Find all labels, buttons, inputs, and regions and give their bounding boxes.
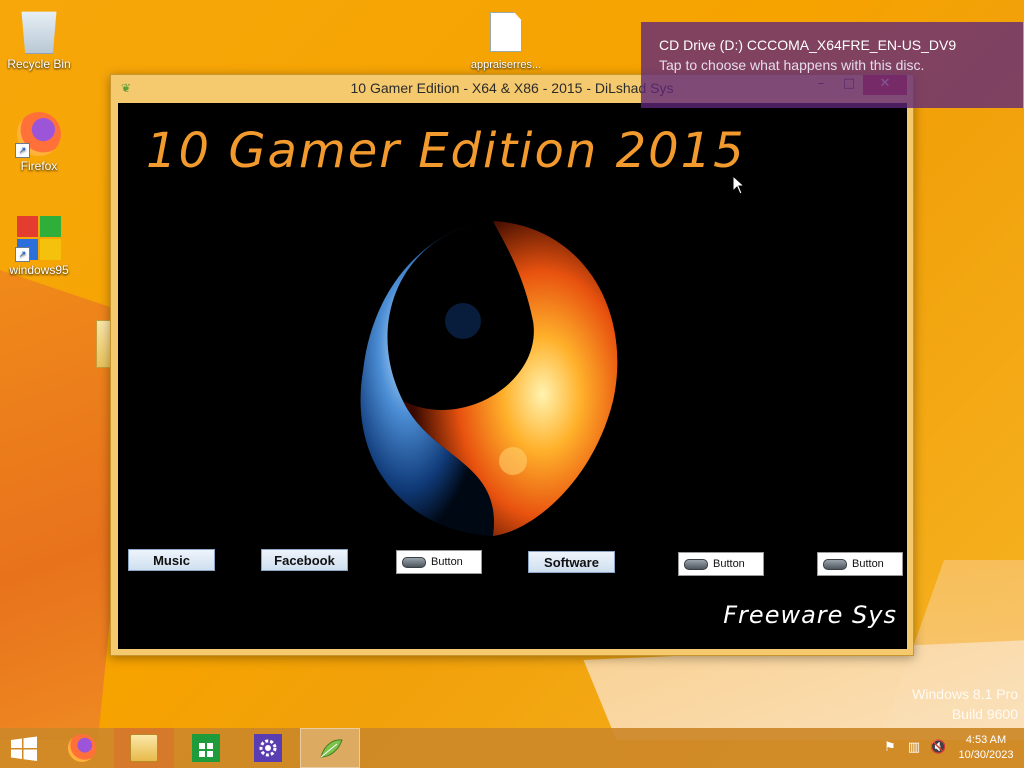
toggle-pill-icon bbox=[684, 559, 708, 570]
taskbar-firefox[interactable] bbox=[52, 728, 112, 768]
firefox-icon-wrap: ↗ bbox=[15, 112, 61, 158]
button-label: Button bbox=[852, 558, 884, 570]
volume-muted-icon[interactable]: 🔇 bbox=[930, 740, 946, 756]
taskbar: ⚑ ▥ 🔇 4:53 AM 10/30/2023 bbox=[0, 728, 1024, 768]
music-button[interactable]: Music bbox=[128, 549, 215, 571]
desktop-icon-label: Recycle Bin bbox=[7, 57, 71, 71]
footer-text: Freeware Sys bbox=[723, 601, 897, 629]
store-icon bbox=[192, 734, 220, 762]
windows-logo-icon bbox=[11, 736, 37, 761]
button-label: Button bbox=[713, 558, 745, 570]
clock-date: 10/30/2023 bbox=[958, 749, 1014, 761]
desktop-icon-appraiserres[interactable]: appraiserres... bbox=[468, 12, 544, 71]
firefox-icon bbox=[68, 734, 96, 762]
recycle-bin-icon bbox=[21, 11, 57, 54]
app-client-area: 10 Gamer Edition 2015 Music Facebook But… bbox=[118, 103, 907, 649]
fire-water-yin-yang-image bbox=[360, 221, 618, 536]
button-1[interactable]: Button bbox=[396, 550, 482, 574]
file-explorer-icon bbox=[130, 734, 158, 762]
watermark-edition: Windows 8.1 Pro bbox=[912, 686, 1018, 702]
desktop-icon-label: Firefox bbox=[20, 159, 58, 173]
clock[interactable]: 4:53 AM 10/30/2023 bbox=[954, 733, 1018, 763]
toggle-pill-icon bbox=[823, 559, 847, 570]
notification-message: Tap to choose what happens with this dis… bbox=[659, 57, 925, 73]
flag-icon[interactable]: ⚑ bbox=[882, 740, 898, 756]
start-button[interactable] bbox=[10, 736, 38, 762]
autoplay-notification[interactable]: CD Drive (D:) CCCOMA_X64FRE_EN-US_DV9 Ta… bbox=[641, 22, 1023, 108]
taskbar-file-explorer[interactable] bbox=[114, 728, 174, 768]
settings-icon bbox=[254, 734, 282, 762]
button-3[interactable]: Button bbox=[817, 552, 903, 576]
toggle-pill-icon bbox=[402, 557, 426, 568]
gamer-edition-icon bbox=[317, 735, 345, 763]
app-window: ❦ 10 Gamer Edition - X64 & X86 - 2015 - … bbox=[110, 74, 914, 656]
desktop-icon-recycle-bin[interactable]: Recycle Bin bbox=[1, 8, 77, 71]
shortcut-arrow-icon: ↗ bbox=[15, 143, 30, 158]
mouse-cursor-icon bbox=[732, 175, 746, 195]
taskbar-gamer-edition[interactable] bbox=[300, 728, 360, 768]
software-button[interactable]: Software bbox=[528, 551, 615, 573]
taskbar-settings[interactable] bbox=[238, 728, 298, 768]
desktop-icon-label: windows95 bbox=[9, 263, 69, 277]
network-icon[interactable]: ▥ bbox=[906, 740, 922, 756]
facebook-button[interactable]: Facebook bbox=[261, 549, 348, 571]
taskbar-store[interactable] bbox=[176, 728, 236, 768]
system-tray: ⚑ ▥ 🔇 4:53 AM 10/30/2023 bbox=[882, 728, 1024, 768]
button-2[interactable]: Button bbox=[678, 552, 764, 576]
notification-title: CD Drive (D:) CCCOMA_X64FRE_EN-US_DV9 bbox=[659, 37, 957, 53]
desktop-icon-label: appraiserres... bbox=[470, 59, 542, 71]
watermark-build: Build 9600 bbox=[951, 706, 1018, 722]
windows95-icon-wrap: ↗ bbox=[15, 216, 61, 262]
desktop-icon-windows95[interactable]: ↗ windows95 bbox=[1, 216, 77, 277]
file-gear-icon-wrap bbox=[484, 12, 528, 56]
file-gear-icon bbox=[490, 12, 522, 52]
clock-time: 4:53 AM bbox=[965, 734, 1007, 746]
shortcut-arrow-icon: ↗ bbox=[15, 247, 30, 262]
windows-watermark: Windows 8.1 Pro Build 9600 bbox=[912, 684, 1018, 724]
button-label: Button bbox=[431, 556, 463, 568]
app-heading: 10 Gamer Edition 2015 bbox=[146, 123, 746, 179]
desktop-icon-firefox[interactable]: ↗ Firefox bbox=[1, 112, 77, 173]
